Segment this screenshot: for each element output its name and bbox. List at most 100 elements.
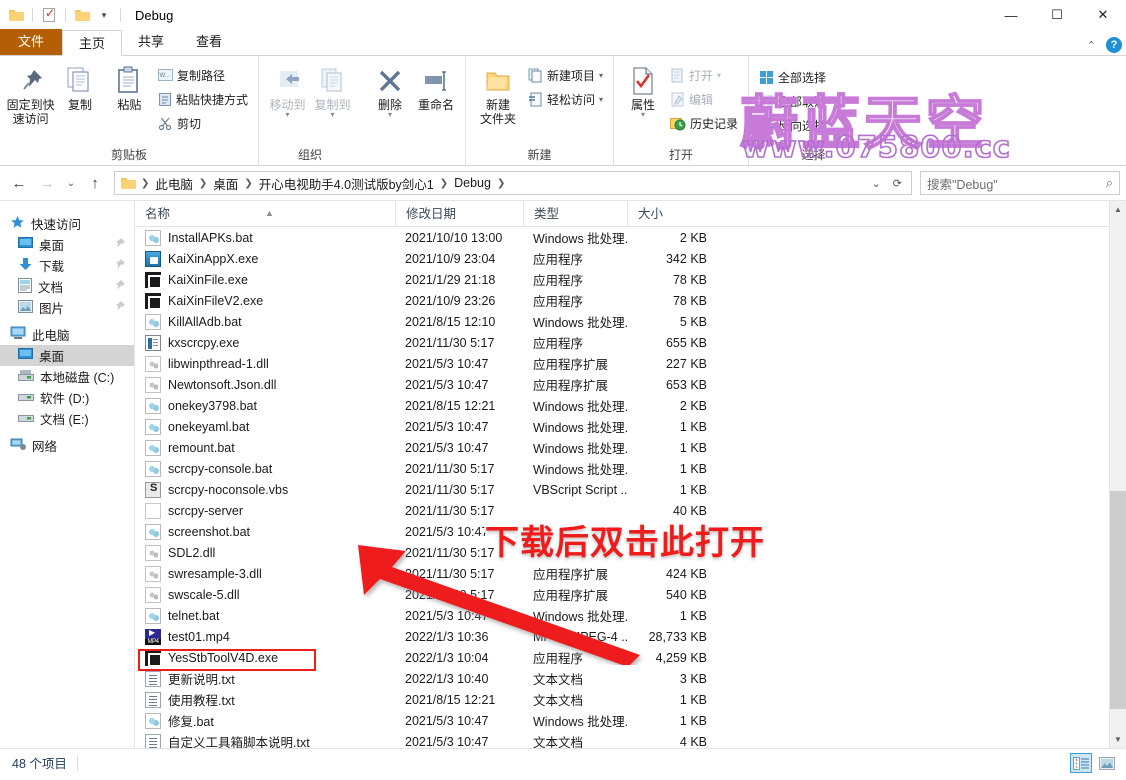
table-row[interactable]: 自定义工具箱脚本说明.txt 2021/5/3 10:47 文本文档 4 KB — [135, 731, 1126, 748]
column-header-name[interactable]: 名称 ▲ — [135, 201, 395, 227]
file-name-cell[interactable]: 使用教程.txt — [135, 690, 395, 709]
table-row[interactable]: libwinpthread-1.dll 2021/5/3 10:47 应用程序扩展 2… — [135, 353, 1126, 374]
breadcrumb-item-this-pc[interactable]: 此电脑 — [151, 174, 197, 193]
file-name-cell[interactable]: 自定义工具箱脚本说明.txt — [135, 732, 395, 748]
sidebar-item-quick-access[interactable]: 快速访问 — [0, 213, 134, 234]
sidebar-item-software-d[interactable]: 软件 (D:) — [0, 387, 134, 408]
tab-home[interactable]: 主页 — [62, 30, 123, 56]
search-box[interactable]: 搜索"Debug" ⌕ — [920, 171, 1120, 195]
refresh-icon[interactable]: ⟳ — [888, 177, 907, 190]
qat-folder-icon[interactable] — [6, 5, 26, 25]
chevron-up-icon[interactable]: ⌃ — [1087, 39, 1096, 52]
file-name-cell[interactable]: telnet.bat — [135, 607, 395, 624]
file-name-cell[interactable]: 修复.bat — [135, 711, 395, 730]
scroll-up-button[interactable]: ▲ — [1110, 201, 1126, 218]
breadcrumb[interactable]: ❯ 此电脑 ❯ 桌面 ❯ 开心电视助手4.0测试版by剑心1 ❯ Debug ❯… — [114, 171, 912, 195]
file-name-cell[interactable]: scrcpy-console.bat — [135, 460, 395, 477]
scrollbar-thumb[interactable] — [1110, 491, 1126, 709]
properties-caret-icon[interactable]: ▾ — [641, 110, 645, 119]
table-row[interactable]: swresample-3.dll 2021/11/30 5:17 应用程序扩展 424… — [135, 563, 1126, 584]
table-row[interactable]: KaiXinFileV2.exe 2021/10/9 23:26 应用程序 78 KB — [135, 290, 1126, 311]
table-row[interactable]: telnet.bat 2021/5/3 10:47 Windows 批处理... 1 … — [135, 605, 1126, 626]
breadcrumb-item-debug[interactable]: Debug — [450, 176, 495, 190]
file-name-cell[interactable]: test01.mp4 — [135, 628, 395, 645]
file-name-cell[interactable]: Newtonsoft.Json.dll — [135, 376, 395, 393]
forward-arrow-icon[interactable]: → — [34, 170, 60, 196]
easy-access-button[interactable]: 轻松访问 ▾ — [524, 88, 607, 110]
sidebar-item-pictures[interactable]: 图片 — [0, 297, 134, 318]
table-row[interactable]: onekey3798.bat 2021/8/15 12:21 Windows 批处理… — [135, 395, 1126, 416]
new-item-button[interactable]: 新建项目 ▾ — [524, 64, 607, 86]
table-row[interactable]: remount.bat 2021/5/3 10:47 Windows 批处理... 1… — [135, 437, 1126, 458]
table-row[interactable]: scrcpy-server 2021/11/30 5:17 40 KB — [135, 500, 1126, 521]
up-arrow-icon[interactable]: ↑ — [82, 170, 108, 196]
breadcrumb-item-desktop[interactable]: 桌面 — [209, 174, 242, 193]
tab-share[interactable]: 共享 — [122, 29, 180, 55]
table-row[interactable]: scrcpy-console.bat 2021/11/30 5:17 Windows… — [135, 458, 1126, 479]
file-name-cell[interactable]: scrcpy-noconsole.vbs — [135, 481, 395, 498]
sidebar-item-this-pc[interactable]: 此电脑 — [0, 324, 134, 345]
move-to-caret-icon[interactable]: ▾ — [285, 110, 289, 119]
table-row[interactable]: Newtonsoft.Json.dll 2021/5/3 10:47 应用程序扩展 6… — [135, 374, 1126, 395]
file-name-cell[interactable]: onekeyaml.bat — [135, 418, 395, 435]
sidebar-item-documents-e[interactable]: 文档 (E:) — [0, 408, 134, 429]
table-row[interactable]: onekeyaml.bat 2021/5/3 10:47 Windows 批处理..… — [135, 416, 1126, 437]
copy-path-button[interactable]: W... 复制路径 — [154, 64, 252, 86]
open-caret-icon[interactable]: ▾ — [717, 71, 721, 80]
table-row[interactable]: SDL2.dll 2021/11/30 5:17 — [135, 542, 1126, 563]
easy-access-caret-icon[interactable]: ▾ — [599, 95, 603, 104]
select-none-button[interactable]: 全部取消 — [755, 90, 830, 112]
file-name-cell[interactable]: YesStbToolV4D.exe — [135, 649, 395, 666]
breadcrumb-item-project[interactable]: 开心电视助手4.0测试版by剑心1 — [255, 174, 438, 193]
pin-icon[interactable] — [114, 300, 126, 315]
pin-icon[interactable] — [114, 237, 126, 252]
table-row[interactable]: 使用教程.txt 2021/8/15 12:21 文本文档 1 KB — [135, 689, 1126, 710]
new-item-caret-icon[interactable]: ▾ — [599, 71, 603, 80]
file-name-cell[interactable]: swresample-3.dll — [135, 565, 395, 582]
file-name-cell[interactable]: kxscrcpy.exe — [135, 334, 395, 351]
table-row[interactable]: test01.mp4 2022/1/3 10:36 MP4 - MPEG-4 ...… — [135, 626, 1126, 647]
history-button[interactable]: 历史记录 — [666, 112, 742, 134]
file-list[interactable]: InstallAPKs.bat 2021/10/10 13:00 Windows 批… — [135, 227, 1126, 748]
details-view-icon[interactable] — [1070, 753, 1092, 773]
file-name-cell[interactable]: libwinpthread-1.dll — [135, 355, 395, 372]
file-name-cell[interactable]: KillAllAdb.bat — [135, 313, 395, 330]
column-header-size[interactable]: 大小 — [627, 200, 719, 227]
column-header-date[interactable]: 修改日期 — [395, 200, 523, 227]
file-name-cell[interactable]: remount.bat — [135, 439, 395, 456]
sidebar-item-downloads[interactable]: 下载 — [0, 255, 134, 276]
help-icon[interactable]: ? — [1106, 37, 1122, 53]
file-name-cell[interactable]: scrcpy-server — [135, 502, 395, 519]
table-row[interactable]: 更新说明.txt 2022/1/3 10:40 文本文档 3 KB — [135, 668, 1126, 689]
file-name-cell[interactable]: onekey3798.bat — [135, 397, 395, 414]
breadcrumb-history-chevron-down-icon[interactable]: ⌄ — [867, 177, 886, 190]
search-input[interactable]: 搜索"Debug" — [927, 174, 1106, 193]
sidebar-item-desktop[interactable]: 桌面 — [0, 234, 134, 255]
recent-locations-chevron-down-icon[interactable]: ⌄ — [62, 170, 80, 196]
table-row[interactable]: KaiXinFile.exe 2021/1/29 21:18 应用程序 78 KB — [135, 269, 1126, 290]
qat-new-folder-icon[interactable] — [72, 5, 92, 25]
close-button[interactable]: ✕ — [1080, 0, 1126, 30]
table-row[interactable]: swscale-5.dll 2021/11/30 5:17 应用程序扩展 540 KB — [135, 584, 1126, 605]
table-row[interactable]: kxscrcpy.exe 2021/11/30 5:17 应用程序 655 KB — [135, 332, 1126, 353]
paste-shortcut-button[interactable]: 粘贴快捷方式 — [154, 88, 252, 110]
invert-selection-button[interactable]: 反向选择 — [755, 114, 830, 136]
scroll-down-button[interactable]: ▼ — [1110, 731, 1126, 748]
open-button[interactable]: 打开 ▾ — [666, 64, 742, 86]
table-row[interactable]: KillAllAdb.bat 2021/8/15 12:10 Windows 批处理… — [135, 311, 1126, 332]
minimize-button[interactable]: — — [988, 0, 1034, 30]
table-row[interactable]: YesStbToolV4D.exe 2022/1/3 10:04 应用程序 4,259… — [135, 647, 1126, 668]
file-name-cell[interactable]: KaiXinAppX.exe — [135, 250, 395, 267]
maximize-button[interactable]: ☐ — [1034, 0, 1080, 30]
sidebar-item-network[interactable]: 网络 — [0, 435, 134, 456]
vertical-scrollbar[interactable]: ▲ ▼ — [1109, 201, 1126, 748]
pin-icon[interactable] — [114, 279, 126, 294]
qat-properties-check-icon[interactable] — [39, 5, 59, 25]
delete-button[interactable]: 删除 ▾ — [367, 58, 413, 165]
rename-button[interactable]: 重命名 — [413, 58, 459, 165]
table-row[interactable]: scrcpy-noconsole.vbs 2021/11/30 5:17 VBScr… — [135, 479, 1126, 500]
table-row[interactable]: KaiXinAppX.exe 2021/10/9 23:04 应用程序 342 KB — [135, 248, 1126, 269]
file-name-cell[interactable]: KaiXinFileV2.exe — [135, 292, 395, 309]
file-name-cell[interactable]: screenshot.bat — [135, 523, 395, 540]
delete-caret-icon[interactable]: ▾ — [388, 110, 392, 119]
